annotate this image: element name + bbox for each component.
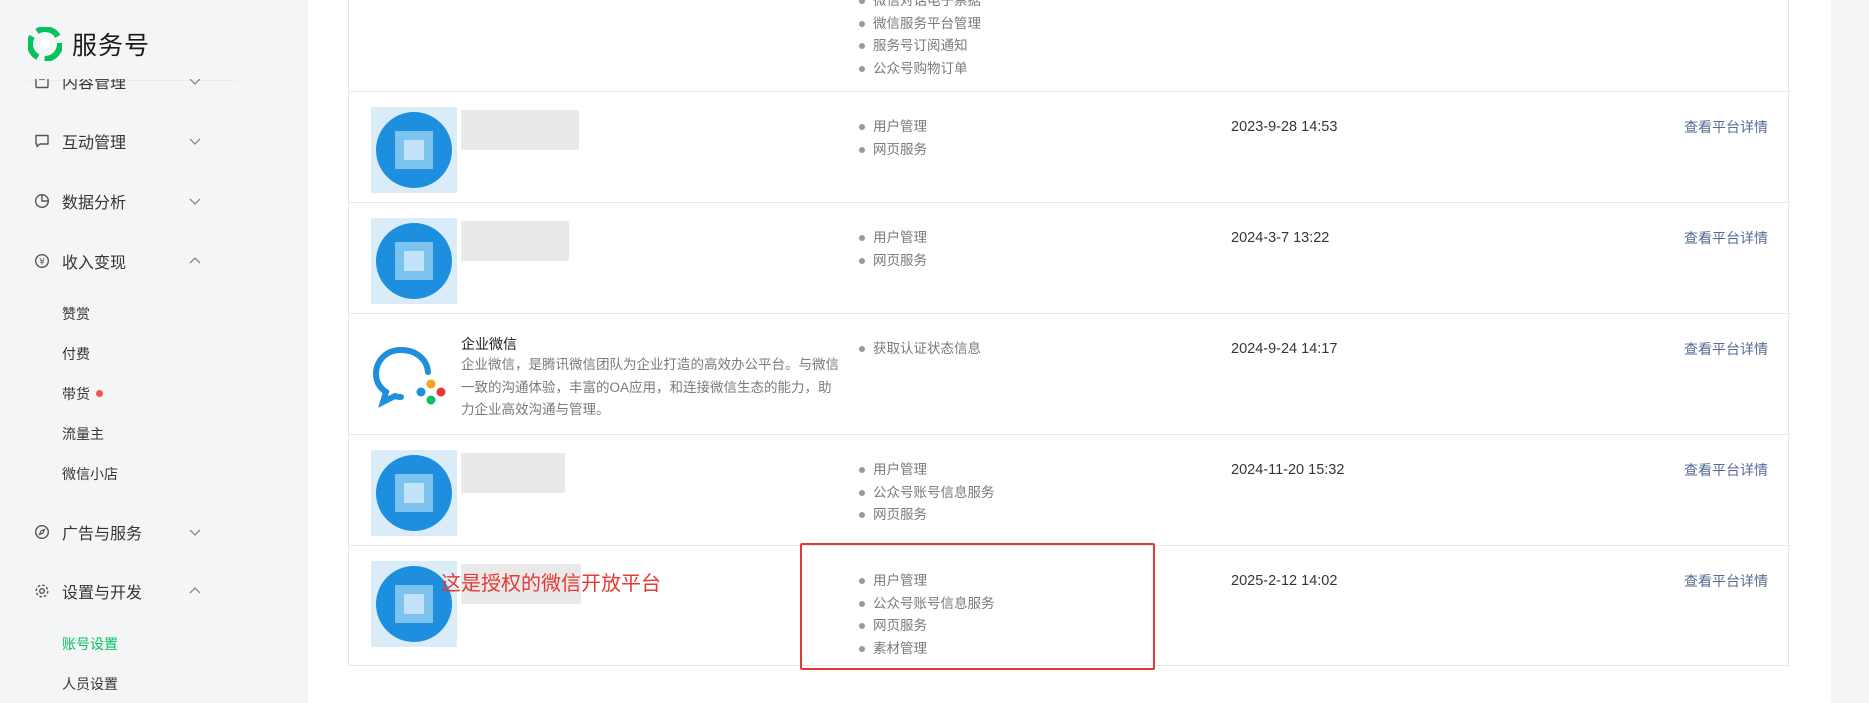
sidebar-item-paid[interactable]: 付费 xyxy=(62,342,90,366)
bullet-dot xyxy=(859,0,865,5)
pie-icon xyxy=(32,191,52,211)
platform-description: 企业微信，是腾讯微信团队为企业打造的高效办公平台。与微信一致的沟通体验，丰富的O… xyxy=(461,357,839,417)
permission-list: 微信对话电子票据 微信服务平台管理 服务号订阅通知 公众号购物订单 xyxy=(859,0,981,80)
platform-avatar-blurred xyxy=(371,107,457,193)
chevron-down-icon xyxy=(189,138,201,145)
permission-list: 用户管理 公众号账号信息服务 网页服务 xyxy=(859,459,995,527)
chevron-down-icon xyxy=(189,529,201,536)
view-platform-details-link[interactable]: 查看平台详情 xyxy=(1684,338,1768,360)
view-platform-details-link[interactable]: 查看平台详情 xyxy=(1684,459,1768,481)
bullet-dot xyxy=(859,346,865,353)
gear-icon xyxy=(32,581,52,601)
nav-group-analytics[interactable]: 数据分析 xyxy=(32,181,202,221)
chevron-up-icon xyxy=(189,587,201,594)
table-row: 用户管理 网页服务 2023-9-28 14:53 查看平台详情 xyxy=(349,92,1788,203)
nav-group-label: 广告与服务 xyxy=(62,526,143,543)
bullet-dot xyxy=(859,43,865,50)
chevron-down-icon xyxy=(189,198,201,205)
brand-logo-icon xyxy=(28,27,62,61)
svg-text:¥: ¥ xyxy=(39,258,45,268)
sidebar-item-traffic[interactable]: 流量主 xyxy=(62,422,104,446)
chevron-up-icon xyxy=(189,257,201,264)
permission-item: 网页服务 xyxy=(859,504,995,527)
permission-item: 网页服务 xyxy=(859,250,927,273)
platform-avatar-blurred xyxy=(371,450,457,536)
authorized-time: 2024-11-20 15:32 xyxy=(1231,462,1345,478)
platform-title: 企业微信 xyxy=(461,336,517,352)
right-gutter xyxy=(1831,0,1869,703)
nav-group-label: 数据分析 xyxy=(62,195,127,212)
yen-icon: ¥ xyxy=(32,251,52,271)
sidebar-item-reward[interactable]: 赞赏 xyxy=(62,302,90,326)
app-header: 服务号 xyxy=(28,24,150,64)
permission-list: 用户管理 网页服务 xyxy=(859,227,927,272)
nav-group-ads[interactable]: 广告与服务 xyxy=(32,512,202,552)
permission-list: 获取认证状态信息 xyxy=(859,338,981,361)
table-row: 企业微信 企业微信，是腾讯微信团队为企业打造的高效办公平台。与微信一致的沟通体验… xyxy=(349,314,1788,435)
app-title: 服务号 xyxy=(72,32,151,60)
nav-group-label: 设置与开发 xyxy=(62,585,143,602)
bullet-dot xyxy=(859,20,865,27)
permission-item: 微信服务平台管理 xyxy=(859,13,981,36)
nav-group-settings[interactable]: 设置与开发 xyxy=(32,571,202,611)
permission-item: 获取认证状态信息 xyxy=(859,338,981,361)
bullet-dot xyxy=(859,512,865,519)
table-row: 微信对话电子票据 微信服务平台管理 服务号订阅通知 公众号购物订单 xyxy=(349,0,1788,92)
annotation-highlight-box xyxy=(800,543,1155,670)
doc-icon xyxy=(32,79,52,91)
nav-group-content[interactable]: 内容管理 xyxy=(32,75,202,101)
annotation-label: 这是授权的微信开放平台 xyxy=(441,573,661,595)
sidebar-item-sales[interactable]: 带货 xyxy=(62,382,103,406)
nav-group-label: 收入变现 xyxy=(62,255,127,272)
table-row: 用户管理 网页服务 2024-3-7 13:22 查看平台详情 xyxy=(349,203,1788,314)
permission-list: 用户管理 网页服务 xyxy=(859,116,927,161)
bullet-dot xyxy=(859,124,865,131)
view-platform-details-link[interactable]: 查看平台详情 xyxy=(1684,570,1768,592)
platform-name-blurred xyxy=(461,110,579,150)
authorized-time: 2023-9-28 14:53 xyxy=(1231,119,1338,135)
platform-name-blurred xyxy=(461,453,565,493)
bullet-dot xyxy=(859,467,865,474)
permission-item: 公众号账号信息服务 xyxy=(859,482,995,505)
sidebar: 服务号 内容管理 互动管理 数据分析 ¥ 收入变现 赞赏 付费 带货 流量主 微… xyxy=(0,0,308,703)
notification-dot xyxy=(96,390,103,397)
bullet-dot xyxy=(859,146,865,153)
permission-item: 用户管理 xyxy=(859,459,995,482)
nav-group-label: 互动管理 xyxy=(62,135,127,152)
sidebar-item-account-settings[interactable]: 账号设置 xyxy=(62,632,118,656)
view-platform-details-link[interactable]: 查看平台详情 xyxy=(1684,116,1768,138)
wecom-logo-icon xyxy=(371,332,457,418)
permission-item: 公众号购物订单 xyxy=(859,58,981,81)
bullet-dot xyxy=(859,489,865,496)
permission-item: 用户管理 xyxy=(859,227,927,250)
authorized-time: 2025-2-12 14:02 xyxy=(1231,573,1338,589)
compass-icon xyxy=(32,522,52,542)
bullet-dot xyxy=(859,65,865,72)
authorized-time: 2024-9-24 14:17 xyxy=(1231,341,1338,357)
permission-item: 服务号订阅通知 xyxy=(859,35,981,58)
sidebar-item-label: 带货 xyxy=(62,386,90,402)
authorized-time: 2024-3-7 13:22 xyxy=(1231,230,1330,246)
nav-group-interaction[interactable]: 互动管理 xyxy=(32,121,202,161)
permission-item: 微信对话电子票据 xyxy=(859,0,981,13)
nav-group-label: 内容管理 xyxy=(62,75,127,92)
platform-avatar-blurred xyxy=(371,218,457,304)
platform-name-blurred xyxy=(461,221,569,261)
sidebar-item-member-settings[interactable]: 人员设置 xyxy=(62,672,118,696)
bullet-dot xyxy=(859,257,865,264)
nav-group-monetization[interactable]: ¥ 收入变现 xyxy=(32,241,202,281)
bullet-dot xyxy=(859,235,865,242)
permission-item: 网页服务 xyxy=(859,139,927,162)
permission-item: 用户管理 xyxy=(859,116,927,139)
chevron-down-icon xyxy=(189,79,201,85)
chat-icon xyxy=(32,131,52,151)
sidebar-item-shop[interactable]: 微信小店 xyxy=(62,462,118,486)
table-row: 用户管理 公众号账号信息服务 网页服务 2024-11-20 15:32 查看平… xyxy=(349,435,1788,546)
view-platform-details-link[interactable]: 查看平台详情 xyxy=(1684,227,1768,249)
